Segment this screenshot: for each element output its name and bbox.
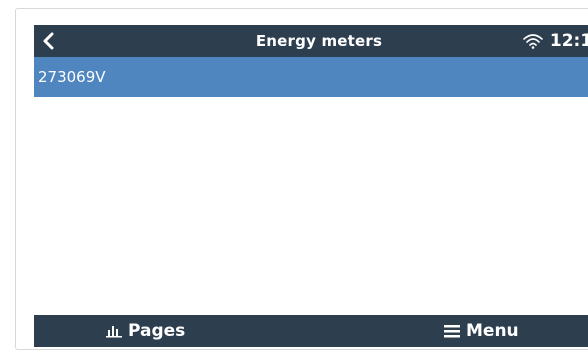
- bottom-bar: Pages Menu: [34, 315, 588, 347]
- wifi-icon: [523, 34, 543, 49]
- hamburger-icon: [444, 325, 460, 338]
- bar-chart-icon: [106, 326, 122, 338]
- clock: 12:13: [549, 31, 588, 51]
- pages-button[interactable]: Pages: [106, 315, 185, 347]
- menu-label: Menu: [466, 321, 519, 341]
- meter-list: 273069V: [34, 57, 588, 97]
- top-bar: Energy meters 12:13: [34, 25, 588, 57]
- status-area: 12:13: [522, 25, 588, 57]
- page-title: Energy meters: [255, 32, 383, 50]
- list-item[interactable]: 273069V: [34, 57, 588, 97]
- pages-label: Pages: [128, 321, 186, 341]
- device-frame: Energy meters 12:13 273069V: [15, 8, 588, 350]
- list-item-label: 273069V: [38, 68, 106, 86]
- chevron-left-icon: [43, 32, 54, 50]
- back-button[interactable]: [42, 25, 54, 57]
- device-screen: Energy meters 12:13 273069V: [34, 25, 588, 347]
- menu-button[interactable]: Menu: [444, 315, 519, 347]
